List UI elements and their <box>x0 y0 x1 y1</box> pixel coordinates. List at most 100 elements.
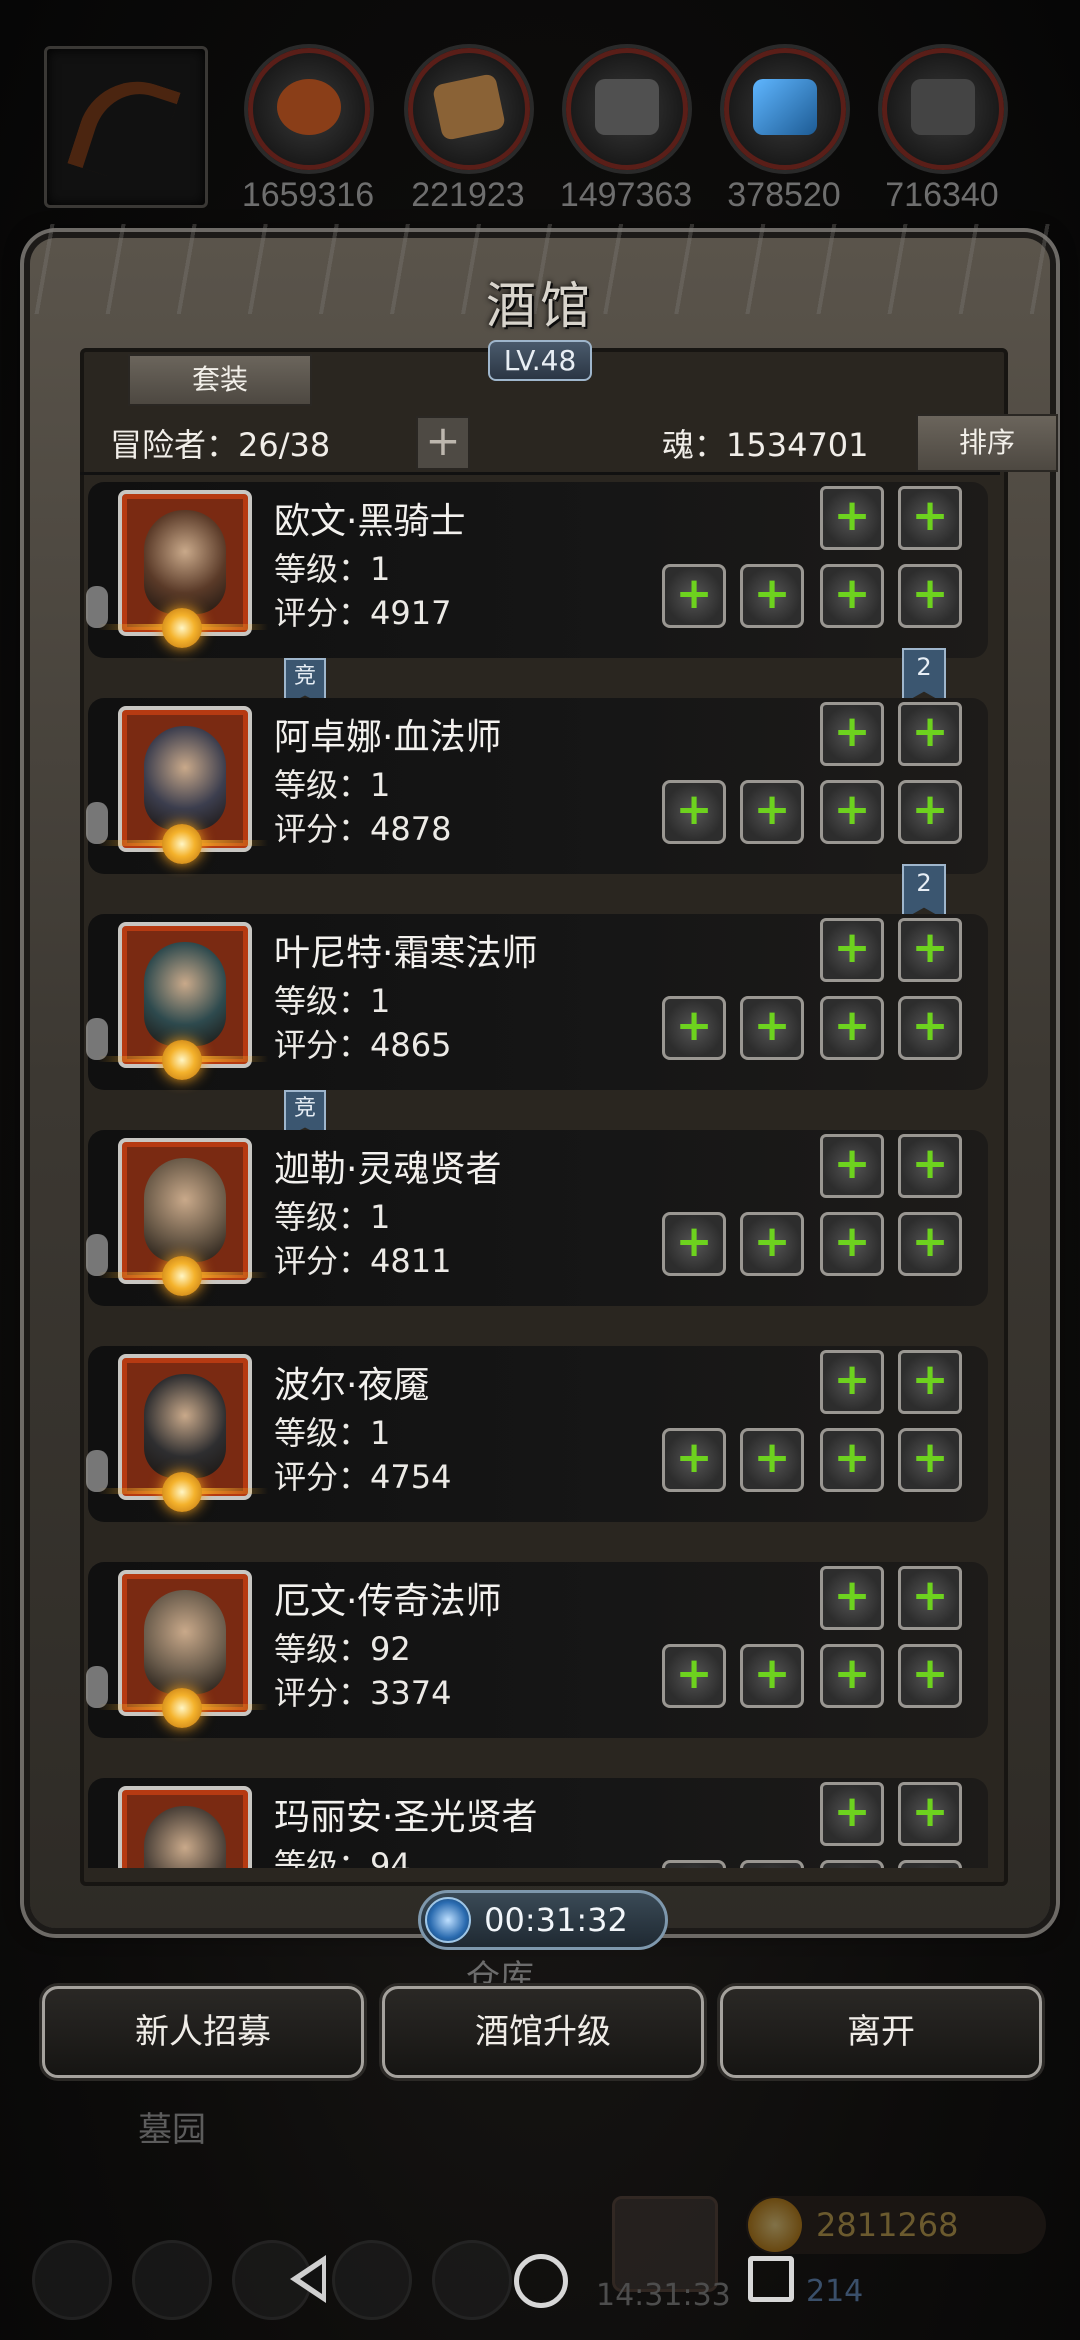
equip-slot-weapon-icon[interactable]: + <box>662 996 726 1060</box>
equip-slot-weapon-icon[interactable]: + <box>662 1860 726 1868</box>
equip-slot-amulet-icon[interactable]: + <box>898 1566 962 1630</box>
hero-row[interactable]: 欧文·黑骑士 等级：1 评分：4917 + + + + + + <box>86 482 988 658</box>
equip-slot-armor-icon[interactable]: + <box>740 1644 804 1708</box>
hero-level: 等级：92 <box>274 1630 411 1668</box>
equip-slot-weapon-icon[interactable]: + <box>662 780 726 844</box>
recruit-button[interactable]: 新人招募 <box>42 1986 364 2078</box>
resource-stone[interactable]: 716340 <box>882 48 1004 215</box>
equip-slot-ring-icon[interactable]: + <box>820 918 884 982</box>
rank-emblem-icon <box>162 608 202 648</box>
equip-slot-helm-icon[interactable]: + <box>820 1644 884 1708</box>
hero-row[interactable]: 波尔·夜魇 等级：1 评分：4754 + + + + + + <box>86 1346 988 1522</box>
equip-slot-helm-icon[interactable]: + <box>820 564 884 628</box>
resource-meat-value: 1659316 <box>241 176 375 214</box>
hero-level: 等级：1 <box>274 982 391 1020</box>
equip-slot-ring-icon[interactable]: + <box>820 1350 884 1414</box>
equip-slot-armor-icon[interactable]: + <box>740 1212 804 1276</box>
equip-slot-armor-icon[interactable]: + <box>740 1860 804 1868</box>
resource-wood[interactable]: 221923 <box>408 48 530 215</box>
equip-slot-amulet-icon[interactable]: + <box>898 1350 962 1414</box>
dock-scroll-icon[interactable] <box>332 2240 412 2320</box>
nav-recent-icon[interactable] <box>748 2256 794 2302</box>
leave-button[interactable]: 离开 <box>720 1986 1042 2078</box>
graveyard-label: 墓园 <box>138 2110 206 2150</box>
equip-slot-helm-icon[interactable]: + <box>820 996 884 1060</box>
gold-value: 2811268 <box>816 2206 959 2244</box>
hero-row[interactable]: 叶尼特·霜寒法师 等级：1 评分：4865 + + + + + + <box>86 914 988 1090</box>
rank-emblem-icon <box>162 1688 202 1728</box>
suit-button[interactable]: 套装 <box>128 354 312 406</box>
equip-slot-boots-icon[interactable]: + <box>898 1860 962 1868</box>
dock-gear-icon[interactable] <box>32 2240 112 2320</box>
hero-level: 等级：1 <box>274 766 391 804</box>
hero-face <box>144 726 226 830</box>
equip-slot-armor-icon[interactable]: + <box>740 564 804 628</box>
equip-slot-helm-icon[interactable]: + <box>820 1212 884 1276</box>
hero-score: 评分：4917 <box>274 594 452 632</box>
equip-slot-ring-icon[interactable]: + <box>820 486 884 550</box>
hero-score: 评分：4865 <box>274 1026 452 1064</box>
team-tag: 2 <box>902 648 946 704</box>
hero-face <box>144 1158 226 1262</box>
add-slot-button[interactable]: + <box>416 416 470 470</box>
meat-icon <box>277 79 341 135</box>
hero-row[interactable]: 厄文·传奇法师 等级：92 评分：3374 + + + + + + <box>86 1562 988 1738</box>
equip-slot-helm-icon[interactable]: + <box>820 1428 884 1492</box>
resource-iron[interactable]: 1497363 <box>560 48 692 215</box>
equip-slot-armor-icon[interactable]: + <box>740 780 804 844</box>
hero-row[interactable]: 玛丽安·圣光贤者 等级：94 + + + + + + <box>88 1778 988 1868</box>
rank-emblem-icon <box>162 1040 202 1080</box>
hero-level: 等级：94 <box>274 1846 411 1868</box>
equip-slot-weapon-icon[interactable]: + <box>662 1644 726 1708</box>
equip-slot-ring-icon[interactable]: + <box>820 1134 884 1198</box>
equip-slot-boots-icon[interactable]: + <box>898 780 962 844</box>
hero-list[interactable]: 欧文·黑骑士 等级：1 评分：4917 + + + + + + 竞2 阿卓娜·血… <box>84 478 996 1868</box>
equip-slot-boots-icon[interactable]: + <box>898 564 962 628</box>
equip-slot-boots-icon[interactable]: + <box>898 1428 962 1492</box>
equip-slot-amulet-icon[interactable]: + <box>898 1134 962 1198</box>
sort-button[interactable]: 排序 <box>916 414 1058 472</box>
resource-meat[interactable]: 1659316 <box>242 48 374 215</box>
equip-slot-weapon-icon[interactable]: + <box>662 1212 726 1276</box>
timer-value: 00:31:32 <box>484 1901 628 1939</box>
equip-slot-weapon-icon[interactable]: + <box>662 1428 726 1492</box>
hero-portrait[interactable] <box>118 1786 252 1868</box>
equip-slot-armor-icon[interactable]: + <box>740 996 804 1060</box>
rank-emblem-icon <box>162 824 202 864</box>
equip-slot-boots-icon[interactable]: + <box>898 1212 962 1276</box>
equip-slot-amulet-icon[interactable]: + <box>898 1782 962 1846</box>
nav-home-icon[interactable] <box>514 2254 568 2308</box>
coin-icon <box>748 2198 802 2252</box>
equip-slot-boots-icon[interactable]: + <box>898 1644 962 1708</box>
equip-slot-armor-icon[interactable]: + <box>740 1428 804 1492</box>
resource-iron-value: 1497363 <box>559 176 693 214</box>
rank-emblem-icon <box>162 1256 202 1296</box>
equip-slot-helm-icon[interactable]: + <box>820 1860 884 1868</box>
dock-shield-icon[interactable] <box>132 2240 212 2320</box>
equip-slot-ring-icon[interactable]: + <box>820 1782 884 1846</box>
nav-back-inner <box>300 2264 322 2294</box>
equip-slot-ring-icon[interactable]: + <box>820 1566 884 1630</box>
soul-count: 魂：1534701 <box>662 426 869 464</box>
hero-name: 厄文·传奇法师 <box>274 1581 502 1622</box>
hero-row[interactable]: 迦勒·灵魂贤者 等级：1 评分：4811 + + + + + + <box>86 1130 988 1306</box>
equip-slot-ring-icon[interactable]: + <box>820 702 884 766</box>
hero-row[interactable]: 阿卓娜·血法师 等级：1 评分：4878 + + + + + + <box>86 698 988 874</box>
equip-slot-helm-icon[interactable]: + <box>820 780 884 844</box>
hero-level: 等级：1 <box>274 1198 391 1236</box>
equip-slot-amulet-icon[interactable]: + <box>898 918 962 982</box>
runner-icon <box>86 1450 108 1492</box>
player-avatar[interactable] <box>44 46 208 208</box>
equip-slot-amulet-icon[interactable]: + <box>898 486 962 550</box>
resource-crystal-value: 378520 <box>727 176 841 214</box>
upgrade-button[interactable]: 酒馆升级 <box>382 1986 704 2078</box>
equip-slot-amulet-icon[interactable]: + <box>898 702 962 766</box>
equip-slot-boots-icon[interactable]: + <box>898 996 962 1060</box>
adventurer-count: 冒险者：26/38 <box>110 426 331 464</box>
adventurer-row: 冒险者：26/38 + 魂：1534701 排序 <box>110 414 1058 472</box>
resource-crystal[interactable]: 378520 <box>724 48 846 215</box>
equip-slot-weapon-icon[interactable]: + <box>662 564 726 628</box>
wood-icon <box>431 72 507 142</box>
dock-map-icon[interactable] <box>432 2240 512 2320</box>
crystal-icon <box>753 79 817 135</box>
